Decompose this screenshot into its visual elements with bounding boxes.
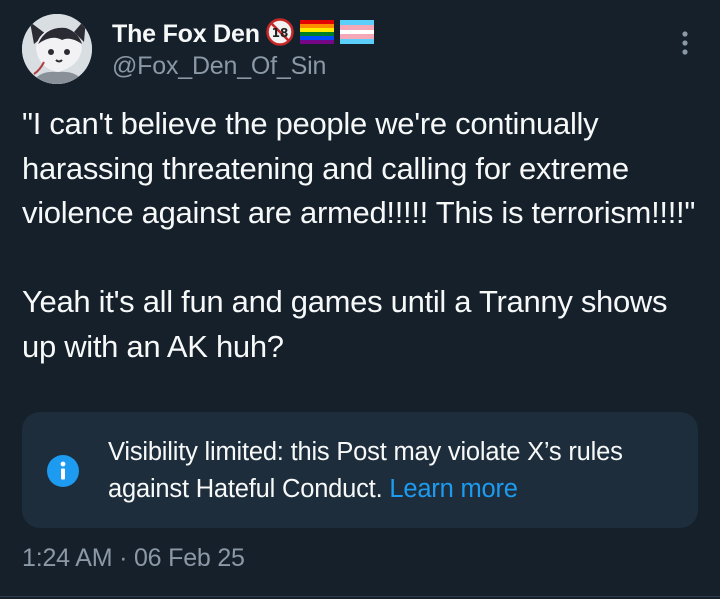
divider: [0, 596, 720, 597]
notice-message: Visibility limited: this Post may violat…: [108, 438, 623, 503]
age-badge-text: 18: [271, 26, 288, 40]
fox-avatar-icon: [22, 14, 92, 84]
timestamp[interactable]: 1:24 AM · 06 Feb 25: [22, 544, 245, 573]
author-name-row: The Fox Den 18: [112, 17, 374, 51]
transgender-pride-flag-icon: [339, 19, 374, 49]
learn-more-link[interactable]: Learn more: [389, 475, 518, 503]
visibility-notice: Visibility limited: this Post may violat…: [22, 412, 698, 528]
post: The Fox Den 18 @Fox_Den_Of_Sin "I can't …: [0, 0, 720, 599]
info-icon: [47, 455, 79, 487]
post-text: "I can't believe the people we're contin…: [22, 106, 696, 364]
display-name[interactable]: The Fox Den: [112, 20, 260, 49]
more-options-button[interactable]: [670, 28, 700, 58]
notice-text: Visibility limited: this Post may violat…: [108, 434, 668, 508]
meta-separator: ·: [119, 544, 128, 572]
more-vertical-icon: [682, 31, 688, 55]
author-handle[interactable]: @Fox_Den_Of_Sin: [112, 52, 326, 81]
age-restriction-18-icon: 18: [266, 17, 294, 51]
post-date: 06 Feb 25: [133, 544, 245, 572]
avatar[interactable]: [22, 14, 92, 84]
post-time: 1:24 AM: [22, 544, 113, 572]
rainbow-pride-flag-icon: [299, 19, 334, 49]
